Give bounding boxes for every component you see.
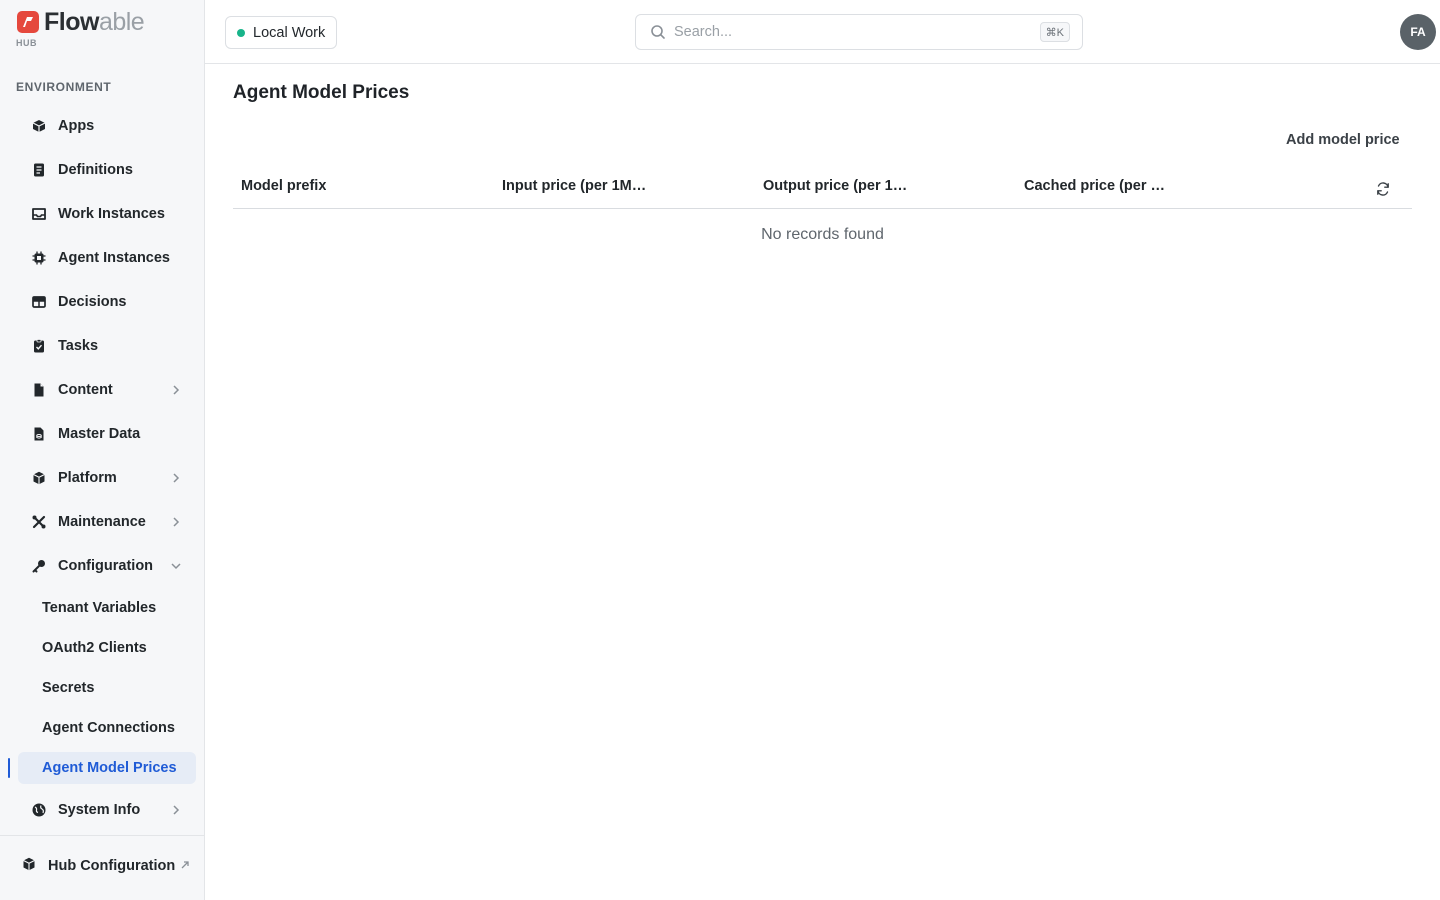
add-model-price-button[interactable]: Add model price xyxy=(1282,130,1404,150)
sidebar-item-label: Tasks xyxy=(58,338,99,354)
sidebar-item-label: Decisions xyxy=(58,294,127,310)
empty-state-message: No records found xyxy=(761,226,884,243)
search-icon xyxy=(651,25,665,39)
chevron-right-icon[interactable] xyxy=(170,804,182,816)
inbox-icon xyxy=(31,206,47,222)
sidebar-item-label: Definitions xyxy=(58,162,133,178)
table-icon xyxy=(31,294,47,310)
sidebar-item-label: System Info xyxy=(58,802,141,818)
sidebar-subitem-agent-model-prices[interactable]: Agent Model Prices xyxy=(18,752,196,784)
sidebar: Flowable HUB ENVIRONMENT Apps Definition… xyxy=(0,0,205,900)
sidebar-item-label: Maintenance xyxy=(58,514,146,530)
database-file-icon xyxy=(31,426,47,442)
column-header-model-prefix[interactable]: Model prefix xyxy=(241,178,326,194)
sidebar-item-label: Apps xyxy=(58,118,95,134)
search-input[interactable] xyxy=(674,24,1014,40)
sidebar-item-system-info[interactable]: System Info xyxy=(18,794,196,826)
chevron-down-icon[interactable] xyxy=(170,560,182,572)
external-link-icon xyxy=(181,861,189,869)
sidebar-item-label: Work Instances xyxy=(58,206,165,222)
document-icon xyxy=(31,162,47,178)
environment-selector[interactable]: Local Work xyxy=(225,16,338,49)
flowable-logo-icon xyxy=(17,11,39,33)
hub-configuration-label: Hub Configuration xyxy=(48,858,176,874)
column-header-output-price[interactable]: Output price (per 1M … xyxy=(763,178,908,194)
user-avatar[interactable]: FA xyxy=(1400,14,1436,50)
brand-subtitle: HUB xyxy=(16,38,37,48)
sidebar-divider xyxy=(0,835,205,836)
box-icon xyxy=(31,118,47,134)
chevron-right-icon[interactable] xyxy=(170,472,182,484)
search-shortcut-hint: ⌘K xyxy=(1039,22,1070,42)
sidebar-subitem-agent-connections[interactable]: Agent Connections xyxy=(18,712,196,744)
clipboard-check-icon xyxy=(31,338,47,354)
sidebar-item-maintenance[interactable]: Maintenance xyxy=(18,506,196,538)
sidebar-item-apps[interactable]: Apps xyxy=(18,110,196,142)
sidebar-item-platform[interactable]: Platform xyxy=(18,462,196,494)
sidebar-item-work-instances[interactable]: Work Instances xyxy=(18,198,196,230)
environment-label: Local Work xyxy=(253,24,326,41)
top-header: Local Work ⌘K FA xyxy=(205,0,1440,64)
sidebar-item-master-data[interactable]: Master Data xyxy=(18,418,196,450)
sidebar-item-label: Content xyxy=(58,382,113,398)
brand-name: Flowable xyxy=(44,8,145,36)
cube-icon xyxy=(31,470,47,486)
global-search[interactable]: ⌘K xyxy=(635,14,1083,50)
key-icon xyxy=(31,558,47,574)
sidebar-item-definitions[interactable]: Definitions xyxy=(18,154,196,186)
page-title: Agent Model Prices xyxy=(233,82,410,103)
chevron-right-icon[interactable] xyxy=(170,384,182,396)
sidebar-subitem-oauth2-clients[interactable]: OAuth2 Clients xyxy=(18,632,196,664)
section-label-environment: ENVIRONMENT xyxy=(16,80,112,94)
tools-icon xyxy=(31,514,47,530)
column-header-cached-price[interactable]: Cached price (per 1M… xyxy=(1024,178,1169,194)
environment-status-dot xyxy=(237,28,245,37)
sidebar-item-label: Master Data xyxy=(58,426,141,442)
sidebar-item-tasks[interactable]: Tasks xyxy=(18,330,196,362)
sidebar-item-content[interactable]: Content xyxy=(18,374,196,406)
table-header: Model prefix Input price (per 1M t… Outp… xyxy=(233,164,1412,209)
hub-configuration-link[interactable]: Hub Configuration xyxy=(8,850,196,882)
sidebar-item-label: Platform xyxy=(58,470,117,486)
sidebar-item-configuration[interactable]: Configuration xyxy=(18,550,196,582)
refresh-icon[interactable] xyxy=(1375,181,1391,197)
sidebar-item-decisions[interactable]: Decisions xyxy=(18,286,196,318)
flowable-logo[interactable]: Flowable HUB xyxy=(16,8,145,49)
active-indicator xyxy=(8,758,10,778)
chip-icon xyxy=(31,250,47,266)
globe-icon xyxy=(31,802,47,818)
sidebar-item-agent-instances[interactable]: Agent Instances xyxy=(18,242,196,274)
sidebar-item-label: Configuration xyxy=(58,558,154,574)
sidebar-subitem-secrets[interactable]: Secrets xyxy=(18,672,196,704)
sidebar-item-label: Agent Instances xyxy=(58,250,170,266)
column-header-input-price[interactable]: Input price (per 1M t… xyxy=(502,178,647,194)
sidebar-subitem-tenant-variables[interactable]: Tenant Variables xyxy=(18,592,196,624)
chevron-right-icon[interactable] xyxy=(170,516,182,528)
file-icon xyxy=(31,382,47,398)
cube-icon xyxy=(21,856,37,877)
